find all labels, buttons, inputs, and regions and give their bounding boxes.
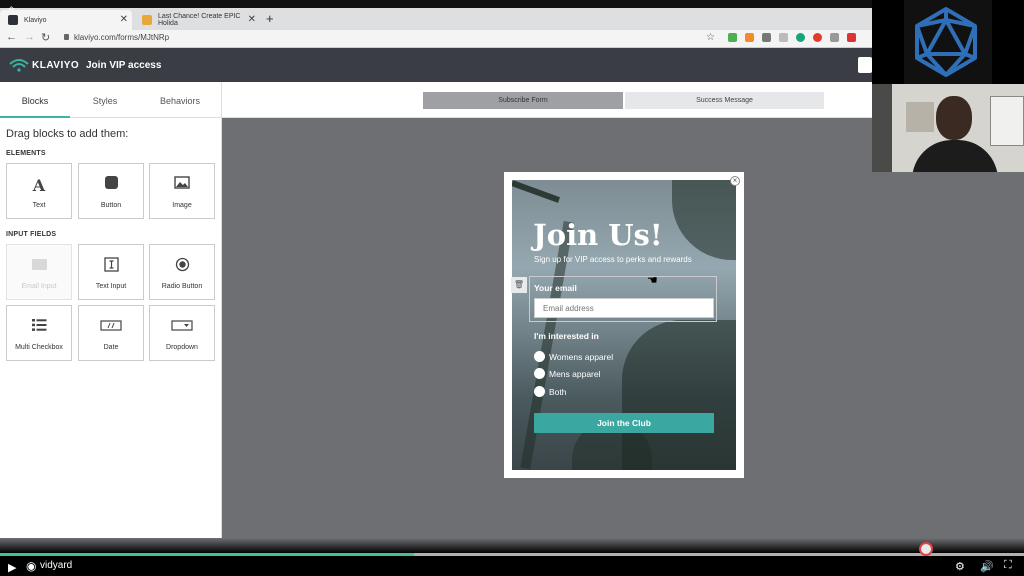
envelope-icon bbox=[7, 257, 71, 275]
tab-blocks[interactable]: Blocks bbox=[0, 96, 70, 106]
form-subtitle[interactable]: Sign up for VIP access to perks and rewa… bbox=[534, 255, 692, 264]
email-label: Your email bbox=[534, 283, 577, 293]
close-form-icon[interactable]: × bbox=[730, 176, 740, 186]
join-club-button[interactable]: Join the Club bbox=[534, 413, 714, 433]
tab-holiday[interactable]: Last Chance! Create EPIC Holida ✕ bbox=[134, 10, 260, 30]
list-icon bbox=[7, 318, 71, 336]
app-logo[interactable]: KLAVIYO bbox=[32, 60, 79, 71]
settings-gear-icon[interactable]: ⚙ bbox=[955, 560, 965, 573]
block-date[interactable]: Date bbox=[78, 305, 144, 361]
close-icon[interactable]: ✕ bbox=[248, 14, 256, 25]
option-label: Mens apparel bbox=[549, 369, 601, 379]
drag-instructions: Drag blocks to add them: bbox=[6, 128, 129, 140]
active-tab-indicator bbox=[0, 116, 70, 118]
url-field[interactable]: klaviyo.com/forms/MJtNRp bbox=[74, 33, 169, 42]
volume-icon[interactable]: 🔊 bbox=[980, 560, 994, 573]
button-icon bbox=[79, 176, 143, 194]
radio-icon bbox=[150, 257, 214, 277]
block-image[interactable]: Image bbox=[149, 163, 215, 219]
block-label: Email Input bbox=[21, 283, 57, 290]
extension-icon[interactable] bbox=[847, 33, 856, 42]
klaviyo-logo-icon bbox=[9, 59, 29, 72]
trash-icon[interactable]: 🗑 bbox=[511, 277, 527, 293]
lock-icon bbox=[64, 34, 69, 40]
block-label: Multi Checkbox bbox=[15, 344, 63, 351]
success-message-toggle[interactable]: Success Message bbox=[625, 92, 824, 109]
text-icon: A bbox=[32, 176, 46, 195]
radio-mens[interactable] bbox=[534, 368, 545, 379]
elements-heading: ELEMENTS bbox=[6, 150, 46, 157]
block-text[interactable]: A Text bbox=[6, 163, 72, 219]
play-icon[interactable]: ▶ bbox=[8, 561, 16, 574]
extension-icon[interactable] bbox=[728, 33, 737, 42]
tab-klaviyo[interactable]: Klaviyo ✕ bbox=[0, 10, 132, 30]
extension-icon[interactable] bbox=[813, 33, 822, 42]
player-brand: vidyard bbox=[40, 560, 73, 571]
tab-behaviors[interactable]: Behaviors bbox=[145, 96, 215, 106]
progress-fill bbox=[0, 553, 414, 556]
block-email-input[interactable]: Email Input bbox=[6, 244, 72, 300]
radio-both[interactable] bbox=[534, 386, 545, 397]
dropdown-icon bbox=[150, 318, 214, 336]
mail-favicon-icon bbox=[142, 15, 152, 25]
form-title[interactable]: Join Us! bbox=[533, 218, 663, 252]
input-fields-heading: INPUT FIELDS bbox=[6, 231, 57, 238]
block-label: Text Input bbox=[95, 283, 127, 290]
new-tab-button[interactable]: + bbox=[266, 11, 274, 26]
back-arrow-icon[interactable]: ← bbox=[6, 31, 17, 43]
email-field[interactable] bbox=[534, 298, 714, 318]
tab-label: Klaviyo bbox=[24, 16, 47, 24]
video-controls-bar bbox=[0, 538, 1024, 576]
close-icon[interactable]: ✕ bbox=[120, 14, 128, 25]
text-input-icon bbox=[79, 257, 143, 277]
vidyard-logo-icon: ◉ bbox=[26, 559, 37, 573]
window-top-bar bbox=[0, 0, 1024, 8]
block-label: Text bbox=[32, 202, 46, 209]
option-label: Both bbox=[549, 387, 567, 397]
webcam-feed bbox=[872, 84, 1024, 172]
bookmark-star-icon[interactable]: ☆ bbox=[706, 32, 715, 43]
fullscreen-icon[interactable]: ⛶ bbox=[1004, 559, 1012, 572]
block-radio-button[interactable]: Radio Button bbox=[149, 244, 215, 300]
block-text-input[interactable]: Text Input bbox=[78, 244, 144, 300]
klaviyo-favicon-icon bbox=[8, 15, 18, 25]
tab-styles[interactable]: Styles bbox=[70, 96, 140, 106]
tab-label: Last Chance! Create EPIC Holida bbox=[158, 13, 241, 27]
block-button[interactable]: Button bbox=[78, 163, 144, 219]
extension-icon[interactable] bbox=[762, 33, 771, 42]
pointer-cursor-icon: ☚ bbox=[647, 273, 658, 287]
extension-icon[interactable] bbox=[796, 33, 805, 42]
header-action-button[interactable] bbox=[858, 57, 872, 73]
chapter-marker[interactable] bbox=[919, 542, 933, 556]
icosahedron-logo-icon bbox=[915, 7, 977, 77]
screen: ⇪ Klaviyo ✕ Last Chance! Create EPIC Hol… bbox=[0, 0, 1024, 576]
reload-icon[interactable]: ↻ bbox=[41, 31, 50, 44]
subscribe-form-toggle[interactable]: Subscribe Form bbox=[423, 92, 623, 109]
block-label: Date bbox=[103, 344, 119, 351]
extension-icon[interactable] bbox=[745, 33, 754, 42]
date-icon bbox=[79, 318, 143, 336]
extension-icon[interactable] bbox=[830, 33, 839, 42]
block-label: Image bbox=[172, 202, 192, 209]
forward-arrow-icon[interactable]: → bbox=[24, 31, 35, 43]
block-label: Radio Button bbox=[161, 283, 203, 290]
page-title: Join VIP access bbox=[86, 60, 162, 71]
block-multi-checkbox[interactable]: Multi Checkbox bbox=[6, 305, 72, 361]
interest-label: I'm interested in bbox=[534, 331, 599, 341]
option-label: Womens apparel bbox=[549, 352, 614, 362]
block-dropdown[interactable]: Dropdown bbox=[149, 305, 215, 361]
block-label: Dropdown bbox=[166, 344, 198, 351]
extension-icon[interactable] bbox=[779, 33, 788, 42]
image-icon bbox=[150, 176, 214, 194]
radio-womens[interactable] bbox=[534, 351, 545, 362]
block-label: Button bbox=[100, 202, 122, 209]
editor-canvas-extension bbox=[872, 172, 1024, 538]
